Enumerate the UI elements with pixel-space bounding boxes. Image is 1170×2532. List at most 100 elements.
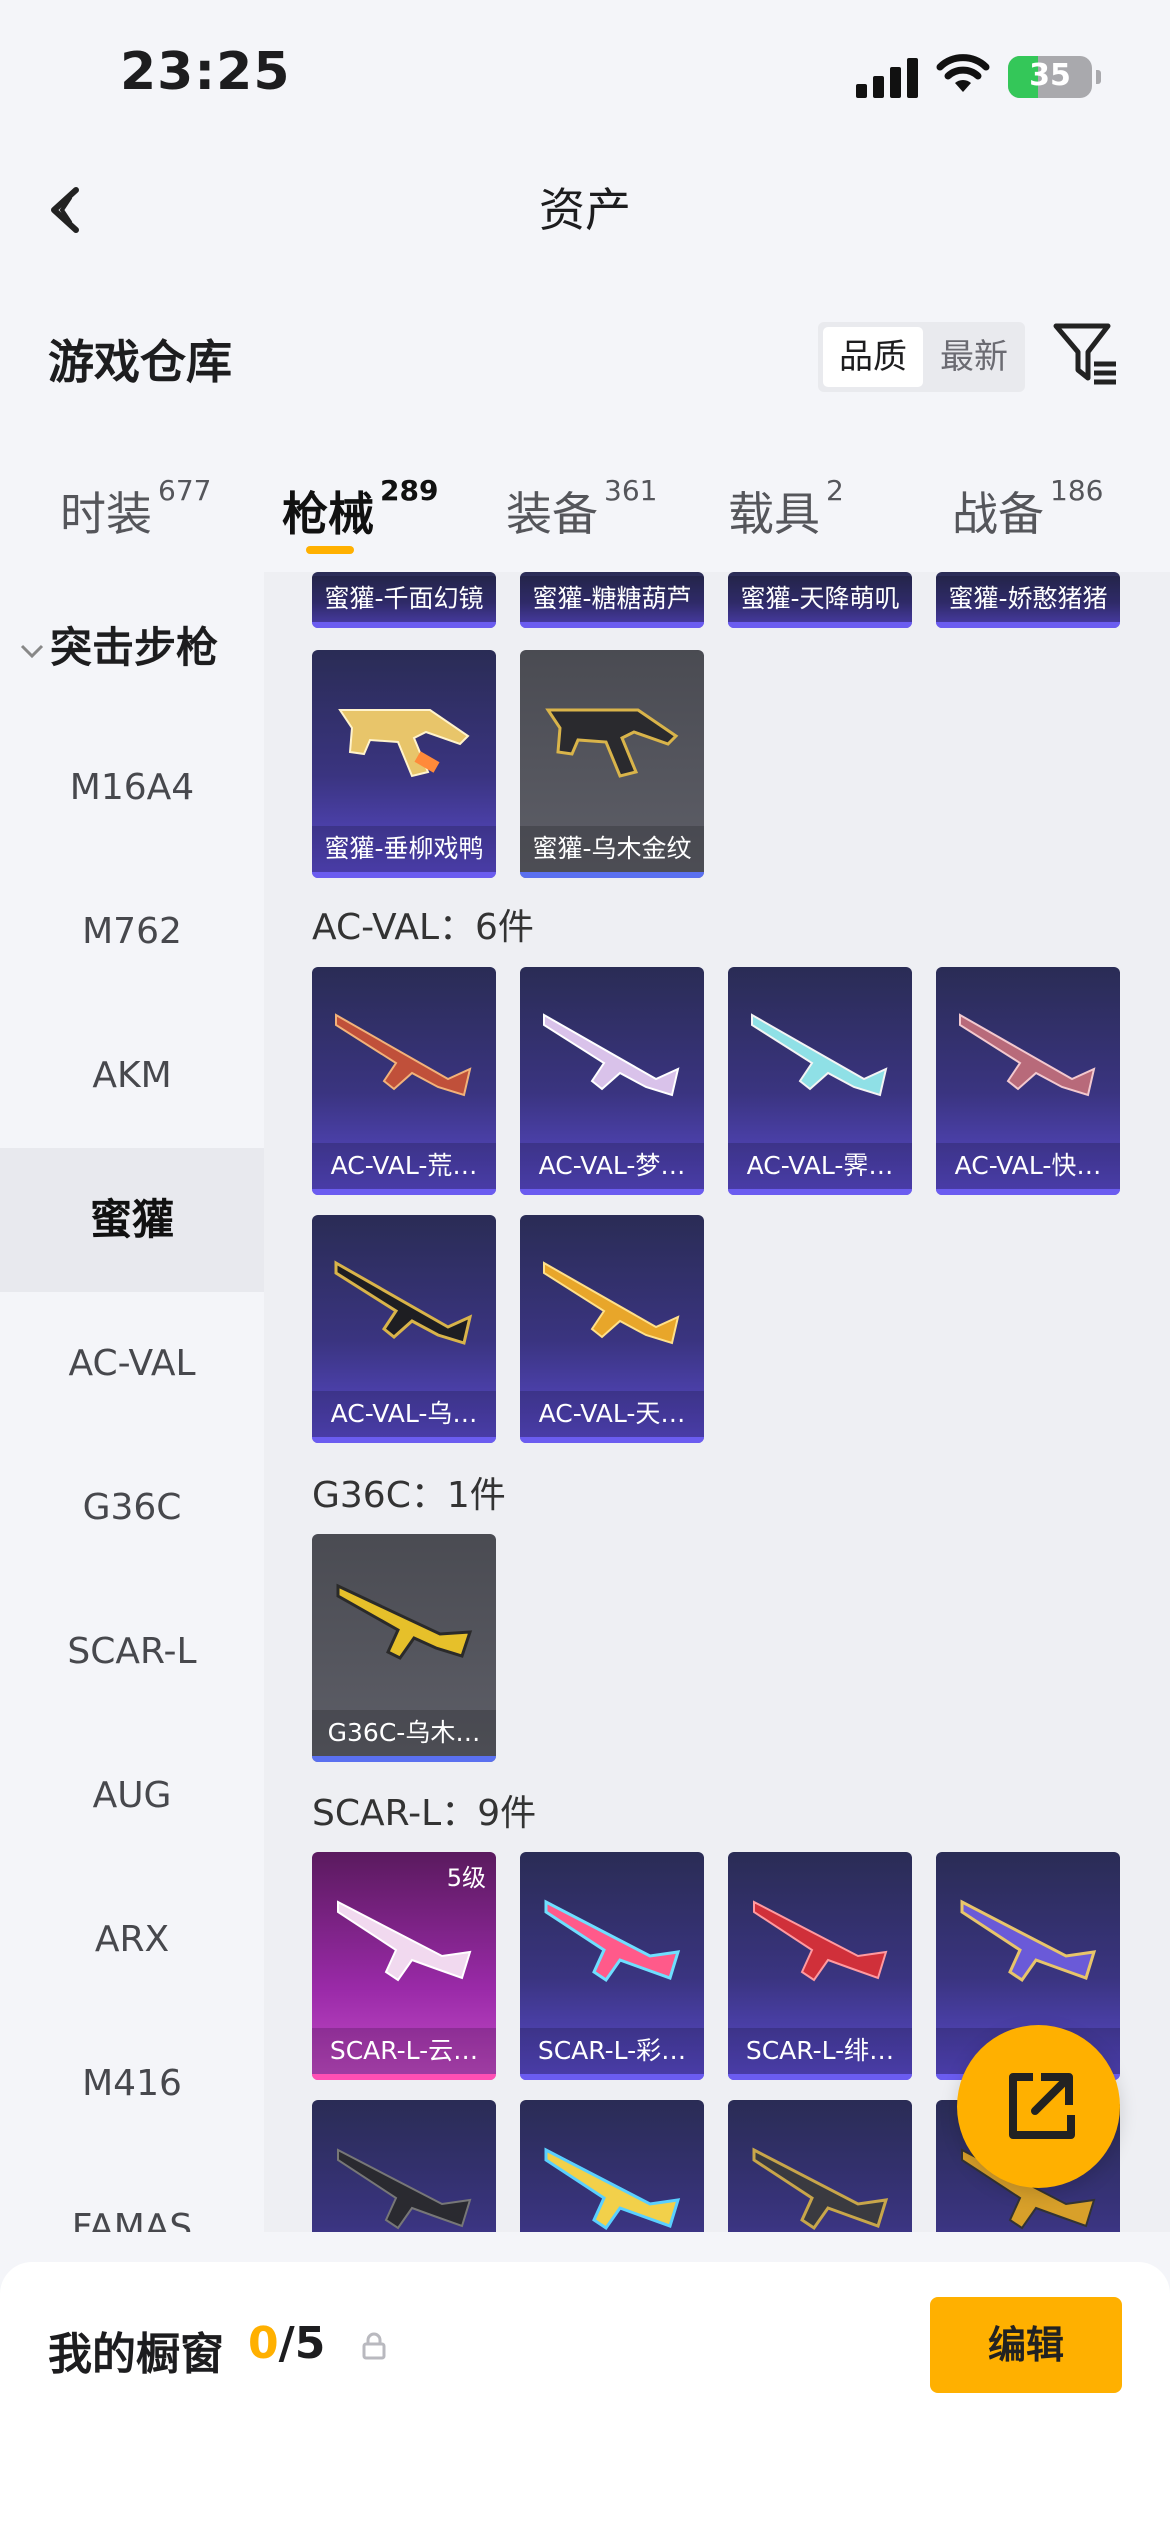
gun-icon xyxy=(334,1260,473,1345)
tab-fashion[interactable]: 时装 677 xyxy=(60,474,211,544)
edit-button[interactable]: 编辑 xyxy=(930,2297,1122,2393)
sort-toggle: 品质 最新 xyxy=(818,322,1025,392)
category-tabs: 时装 677 枪械 289 装备 361 载具 2 战备 186 xyxy=(0,460,1170,570)
gun-icon xyxy=(960,1899,1097,1983)
sidebar-item-arx[interactable]: ARX xyxy=(0,1868,264,2012)
sidebar-item-honey-badger[interactable]: 蜜獾 xyxy=(0,1148,264,1292)
status-bar: 23:25 35 xyxy=(0,0,1170,150)
sidebar-item-m762[interactable]: M762 xyxy=(0,860,264,1004)
skin-name: AC-VAL-霁… xyxy=(728,1143,912,1189)
gun-icon xyxy=(753,1900,888,1982)
sort-latest-button[interactable]: 最新 xyxy=(924,327,1024,387)
skin-card[interactable]: 蜜獾-垂柳戏鸭 xyxy=(312,650,496,878)
tab-firearms[interactable]: 枪械 289 xyxy=(282,474,438,544)
skin-card[interactable]: AC-VAL-梦… xyxy=(520,967,704,1195)
sidebar-item-akm[interactable]: AKM xyxy=(0,1004,264,1148)
page-title: 资产 xyxy=(539,183,631,237)
battery-icon: 35 xyxy=(1008,56,1101,98)
sidebar-item-scarl[interactable]: SCAR-L xyxy=(0,1580,264,1724)
skin-name: 蜜獾-垂柳戏鸭 xyxy=(312,826,496,872)
skin-name: AC-VAL-快… xyxy=(936,1143,1120,1189)
share-icon xyxy=(1009,2073,1075,2139)
skin-name: 蜜獾-糖糖葫芦 xyxy=(520,576,704,622)
gun-icon xyxy=(959,1013,1096,1097)
sidebar-item-aug[interactable]: AUG xyxy=(0,1724,264,1868)
skin-name: SCAR-L-绯… xyxy=(728,2028,912,2074)
share-button[interactable] xyxy=(957,2025,1120,2188)
warehouse-title: 游戏仓库 xyxy=(48,335,232,389)
skin-name: AC-VAL-荒… xyxy=(312,1143,496,1189)
skin-name: 蜜獾-乌木金纹 xyxy=(520,826,704,872)
skin-card[interactable]: 蜜獾-糖糖葫芦 xyxy=(520,572,704,628)
skin-card[interactable]: G36C-乌木… xyxy=(312,1534,496,1762)
showcase-used: 0 xyxy=(248,2318,279,2369)
sidebar-category-label: 突击步枪 xyxy=(50,623,219,672)
tab-war-prep[interactable]: 战备 186 xyxy=(952,474,1103,544)
content-area: 突击步枪 M16A4 M762 AKM 蜜獾 AC-VAL G36C SCAR-… xyxy=(0,572,1170,2232)
skin-name: 蜜獾-千面幻镜 xyxy=(312,576,496,622)
sidebar-category[interactable]: 突击步枪 xyxy=(18,614,218,675)
tab-label: 战备 xyxy=(952,487,1044,541)
gun-icon xyxy=(544,2147,681,2231)
skin-card[interactable]: 蜜獾-千面幻镜 xyxy=(312,572,496,628)
tab-vehicles[interactable]: 载具 2 xyxy=(728,474,844,544)
sort-quality-button[interactable]: 品质 xyxy=(823,327,923,387)
battery-level: 35 xyxy=(1029,58,1071,93)
gun-icon xyxy=(545,708,679,778)
tab-equipment[interactable]: 装备 361 xyxy=(506,474,657,544)
skin-card[interactable]: AC-VAL-乌… xyxy=(312,1215,496,1443)
gun-icon xyxy=(751,1013,888,1097)
tab-label: 载具 xyxy=(728,487,820,541)
skin-card[interactable]: 蜜獾-天降萌叽 xyxy=(728,572,912,628)
showcase-bar: 我的橱窗 0/5 编辑 xyxy=(0,2262,1170,2532)
sidebar-item-m416[interactable]: M416 xyxy=(0,2012,264,2156)
tab-count: 289 xyxy=(380,474,439,507)
tab-label: 装备 xyxy=(506,487,598,541)
skin-name: AC-VAL-乌… xyxy=(312,1391,496,1437)
skin-name: G36C-乌木… xyxy=(312,1710,496,1756)
wifi-icon xyxy=(936,54,990,92)
status-time: 23:25 xyxy=(120,42,291,102)
skin-name: SCAR-L-云… xyxy=(312,2028,496,2074)
skin-name: 蜜獾-天降萌叽 xyxy=(728,576,912,622)
gun-icon xyxy=(337,1900,472,1982)
sidebar-item-m16a4[interactable]: M16A4 xyxy=(0,716,264,860)
sidebar-item-g36c[interactable]: G36C xyxy=(0,1436,264,1580)
tab-count: 361 xyxy=(604,474,658,507)
tab-count: 186 xyxy=(1050,474,1104,507)
skin-card[interactable]: 5级 SCAR-L-云… xyxy=(312,1852,496,2080)
skin-name: AC-VAL-梦… xyxy=(520,1143,704,1189)
weapon-sidebar: 突击步枪 M16A4 M762 AKM 蜜獾 AC-VAL G36C SCAR-… xyxy=(0,572,264,2232)
tab-label: 枪械 xyxy=(282,487,374,541)
gun-icon xyxy=(752,2147,889,2231)
tab-count: 2 xyxy=(826,474,844,507)
showcase-label: 我的橱窗 xyxy=(48,2329,224,2380)
skin-card[interactable]: AC-VAL-快… xyxy=(936,967,1120,1195)
gun-icon xyxy=(336,1583,473,1660)
gun-icon xyxy=(337,2148,472,2230)
gun-icon xyxy=(543,1013,680,1097)
showcase-total: /5 xyxy=(278,2318,326,2369)
sidebar-item-famas[interactable]: FAMAS xyxy=(0,2156,264,2232)
gun-icon xyxy=(543,1261,680,1345)
skin-card[interactable]: AC-VAL-天… xyxy=(520,1215,704,1443)
skin-name: 蜜獾-娇憨猪猪 xyxy=(936,576,1120,622)
skin-card[interactable] xyxy=(520,2100,704,2232)
sidebar-item-acval[interactable]: AC-VAL xyxy=(0,1292,264,1436)
section-title-g36c: G36C：1件 xyxy=(312,1475,506,1516)
lock-icon xyxy=(362,2332,386,2360)
skin-name: SCAR-L-彩… xyxy=(520,2028,704,2074)
skin-card[interactable] xyxy=(728,2100,912,2232)
skin-card[interactable]: SCAR-L-绯… xyxy=(728,1852,912,2080)
active-tab-indicator xyxy=(306,546,354,554)
tab-count: 677 xyxy=(158,474,212,507)
skin-card[interactable]: 蜜獾-娇憨猪猪 xyxy=(936,572,1120,628)
skin-card[interactable]: 蜜獾-乌木金纹 xyxy=(520,650,704,878)
skin-card[interactable]: AC-VAL-荒… xyxy=(312,967,496,1195)
skin-card[interactable] xyxy=(312,2100,496,2232)
nav-bar: 资产 xyxy=(0,150,1170,260)
skin-card[interactable]: SCAR-L-彩… xyxy=(520,1852,704,2080)
skin-card[interactable]: AC-VAL-霁… xyxy=(728,967,912,1195)
filter-icon[interactable] xyxy=(1052,320,1120,388)
showcase-count: 0/5 xyxy=(248,2318,325,2369)
